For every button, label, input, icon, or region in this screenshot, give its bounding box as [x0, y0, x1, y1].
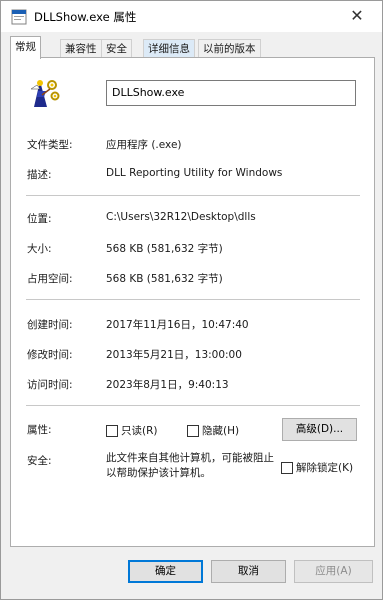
window-title: DLLShow.exe 属性 [34, 10, 137, 24]
advanced-button[interactable]: 高级(D)... [282, 418, 357, 441]
tab-compatibility[interactable]: 兼容性 [60, 39, 102, 58]
accessed-label: 访问时间: [27, 379, 73, 391]
readonly-label: 只读(R) [121, 425, 158, 437]
hidden-checkbox[interactable]: 隐藏(H) [187, 423, 239, 438]
hidden-label: 隐藏(H) [202, 425, 240, 437]
title-bar[interactable]: DLLShow.exe 属性 ✕ [1, 1, 382, 32]
tab-security[interactable]: 安全 [101, 39, 132, 58]
divider [26, 405, 360, 406]
general-panel: DLLShow.exe 文件类型: 应用程序 (.exe) 描述: DLL Re… [10, 57, 375, 547]
checkbox-box[interactable] [106, 424, 118, 437]
unblock-label: 解除锁定(K) [296, 462, 354, 474]
cancel-button[interactable]: 取消 [211, 560, 286, 583]
location-label: 位置: [27, 213, 52, 225]
accessed-value: 2023年8月1日，9:40:13 [106, 379, 229, 391]
security-message: 此文件来自其他计算机，可能被阻止以帮助保护该计算机。 [106, 452, 274, 479]
size-on-disk-value: 568 KB (581,632 字节) [106, 273, 223, 285]
properties-dialog: DLLShow.exe 属性 ✕ 常规 兼容性 安全 详细信息 以前的版本 DL… [0, 0, 383, 600]
checkbox-box[interactable] [281, 461, 293, 474]
filename-field[interactable]: DLLShow.exe [106, 80, 356, 106]
tab-previous-versions[interactable]: 以前的版本 [198, 39, 261, 58]
unblock-checkbox[interactable]: 解除锁定(K) [281, 460, 353, 475]
apply-button[interactable]: 应用(A) [294, 560, 373, 583]
created-label: 创建时间: [27, 319, 73, 331]
ok-button[interactable]: 确定 [128, 560, 203, 583]
checkbox-box[interactable] [187, 424, 199, 437]
wizard-app-icon [30, 80, 60, 107]
tab-general[interactable]: 常规 [10, 36, 41, 59]
size-on-disk-label: 占用空间: [27, 273, 73, 285]
close-icon: ✕ [350, 6, 364, 25]
divider [26, 299, 360, 300]
file-type-value: 应用程序 (.exe) [106, 139, 182, 151]
description-value: DLL Reporting Utility for Windows [106, 167, 283, 179]
size-value: 568 KB (581,632 字节) [106, 243, 223, 255]
modified-label: 修改时间: [27, 349, 73, 361]
close-button[interactable]: ✕ [346, 6, 368, 26]
location-value: C:\Users\32R12\Desktop\dlls [106, 211, 256, 223]
created-value: 2017年11月16日，10:47:40 [106, 319, 249, 331]
tab-strip: 常规 兼容性 安全 详细信息 以前的版本 [10, 36, 375, 59]
divider [26, 195, 360, 196]
attributes-label: 属性: [27, 424, 52, 436]
app-file-icon [11, 9, 27, 25]
description-label: 描述: [27, 169, 52, 181]
file-type-label: 文件类型: [27, 139, 73, 151]
size-label: 大小: [27, 243, 52, 255]
tab-details[interactable]: 详细信息 [143, 39, 195, 58]
modified-value: 2013年5月21日，13:00:00 [106, 349, 242, 361]
readonly-checkbox[interactable]: 只读(R) [106, 423, 158, 438]
security-label: 安全: [27, 455, 52, 467]
